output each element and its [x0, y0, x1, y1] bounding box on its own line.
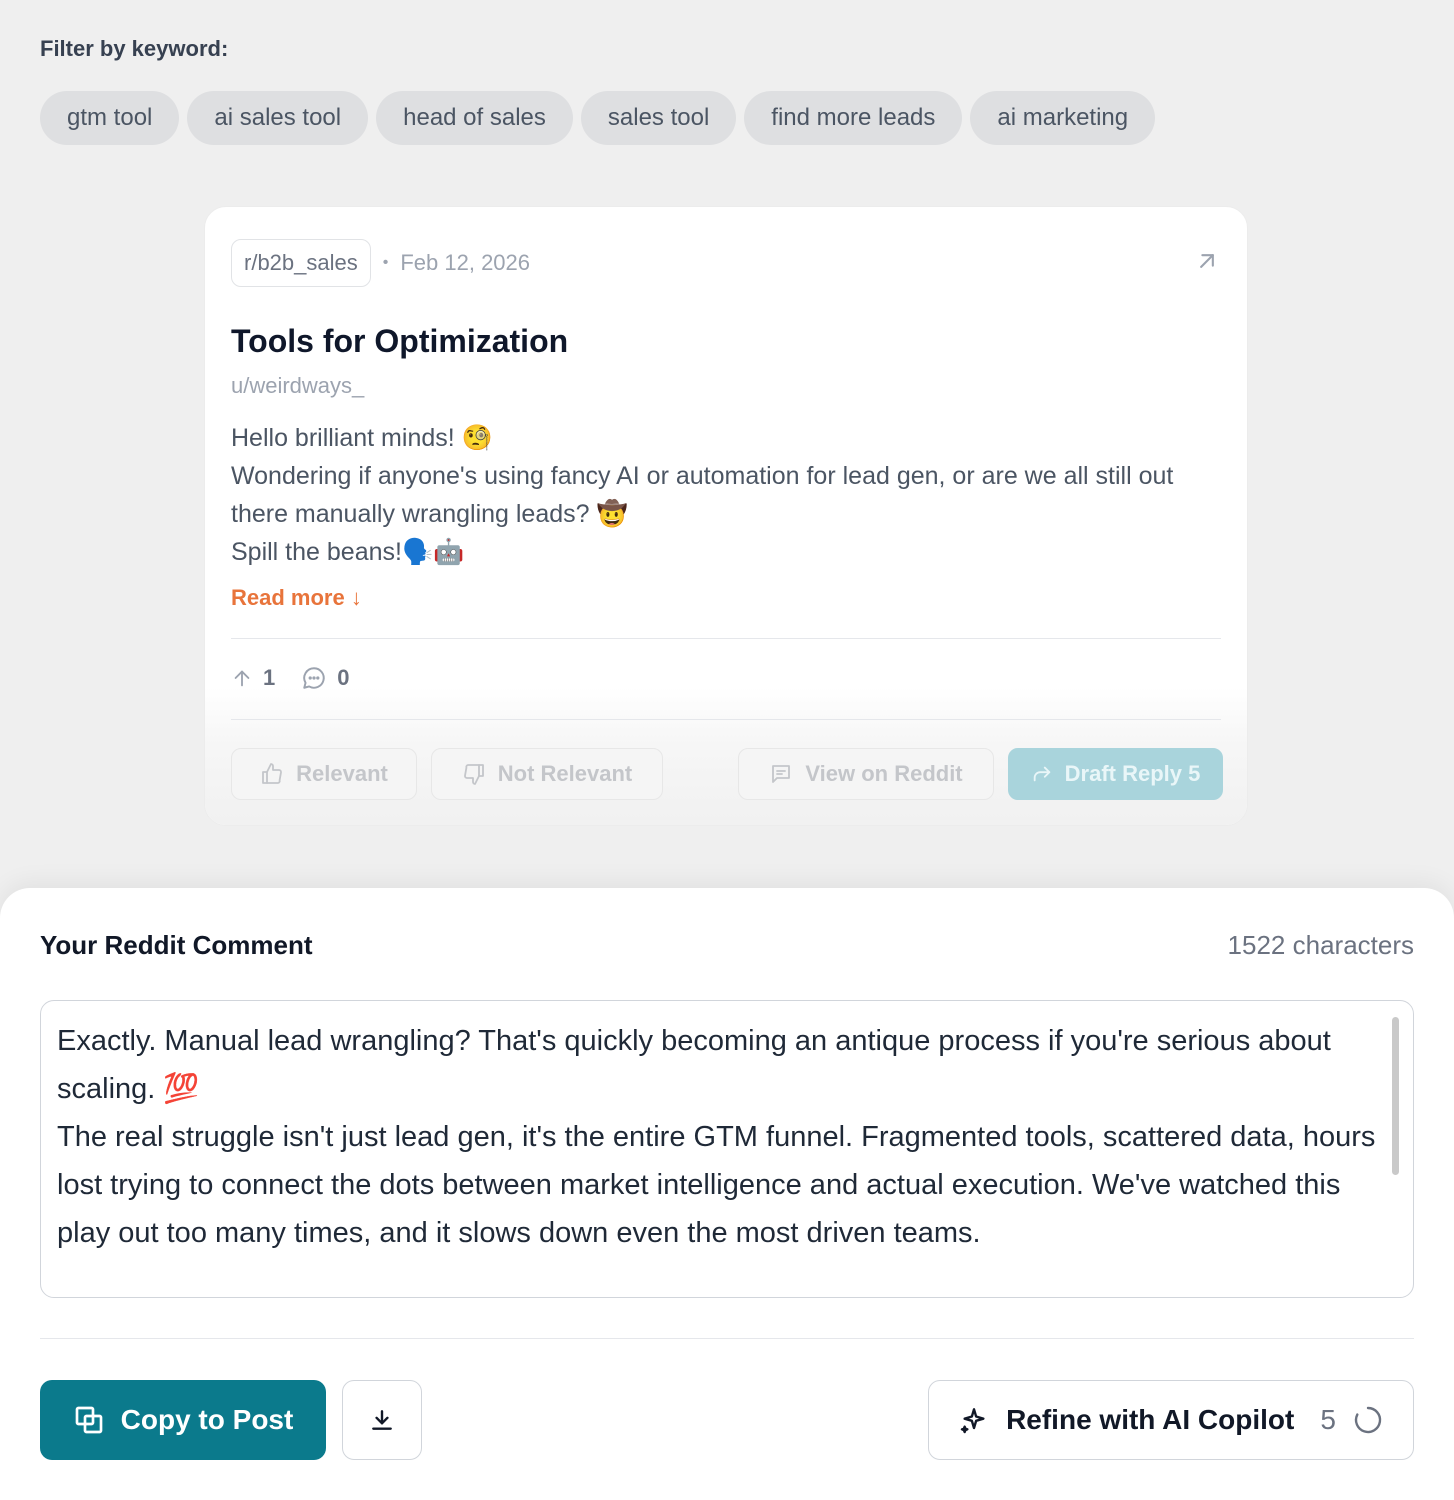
- keyword-chip[interactable]: ai marketing: [970, 91, 1156, 145]
- comment-panel-title: Your Reddit Comment: [40, 930, 313, 960]
- keyword-chip[interactable]: sales tool: [580, 91, 737, 145]
- thumbs-down-icon: [463, 764, 484, 785]
- view-on-reddit-button[interactable]: View on Reddit: [738, 748, 994, 800]
- arrow-down-icon: ↓: [350, 585, 362, 610]
- post-stats: 1 0: [231, 665, 366, 691]
- not-relevant-button[interactable]: Not Relevant: [431, 748, 663, 800]
- read-more-label: Read more: [231, 585, 345, 610]
- comment-panel: Your Reddit Comment 1522 characters Exac…: [0, 888, 1454, 1500]
- sparkles-icon: [960, 1408, 985, 1434]
- comment-text[interactable]: Exactly. Manual lead wrangling? That's q…: [57, 1017, 1377, 1257]
- keyword-chips: gtm tool ai sales tool head of sales sal…: [40, 91, 1156, 145]
- post-date: Feb 12, 2026: [400, 250, 531, 275]
- post-author[interactable]: u/weirdways_: [231, 373, 364, 399]
- keyword-chip[interactable]: find more leads: [744, 91, 963, 145]
- refine-label: Refine with AI Copilot: [1006, 1404, 1295, 1435]
- copy-to-post-button[interactable]: Copy to Post: [40, 1380, 326, 1460]
- refine-count: 5: [1320, 1404, 1336, 1435]
- not-relevant-label: Not Relevant: [497, 761, 633, 786]
- post-card: r/b2b_sales • Feb 12, 2026 Tools for Opt…: [204, 206, 1248, 826]
- post-body-line: Spill the beans!🗣️🤖: [231, 538, 465, 566]
- character-count: 1522 characters: [1227, 930, 1414, 960]
- comment-paragraph: Exactly. Manual lead wrangling? That's q…: [57, 1025, 1331, 1105]
- post-body-line: Hello brilliant minds! 🧐: [231, 424, 493, 452]
- read-more-link[interactable]: Read more ↓: [231, 585, 362, 611]
- relevant-button[interactable]: Relevant: [231, 748, 417, 800]
- refine-with-ai-button[interactable]: Refine with AI Copilot 5: [928, 1380, 1414, 1460]
- draft-reply-button[interactable]: Draft Reply 5: [1008, 748, 1223, 800]
- filter-label: Filter by keyword:: [40, 36, 229, 61]
- keyword-chip[interactable]: ai sales tool: [187, 91, 369, 145]
- download-icon: [372, 1410, 392, 1430]
- thumbs-up-icon: [262, 763, 283, 784]
- scrollbar[interactable]: [1392, 1017, 1399, 1175]
- comment-textarea[interactable]: Exactly. Manual lead wrangling? That's q…: [40, 1000, 1414, 1298]
- divider: [231, 638, 1221, 639]
- upvote-count: 1: [263, 665, 276, 690]
- upvote-icon[interactable]: [231, 667, 253, 689]
- keyword-chip[interactable]: gtm tool: [40, 91, 180, 145]
- subreddit-tag[interactable]: r/b2b_sales: [231, 239, 371, 287]
- comment-icon[interactable]: [301, 665, 327, 691]
- post-body-line: Wondering if anyone's using fancy AI or …: [231, 462, 1174, 528]
- divider: [231, 719, 1221, 720]
- post-meta: r/b2b_sales • Feb 12, 2026: [231, 239, 530, 287]
- view-on-reddit-label: View on Reddit: [805, 761, 963, 786]
- post-body: Hello brilliant minds! 🧐 Wondering if an…: [231, 419, 1221, 571]
- meta-separator: •: [382, 254, 389, 271]
- loading-spinner-icon: [1354, 1406, 1382, 1434]
- post-title[interactable]: Tools for Optimization: [231, 323, 568, 360]
- external-link-icon[interactable]: [1193, 247, 1221, 275]
- download-button[interactable]: [342, 1380, 422, 1460]
- keyword-chip[interactable]: head of sales: [376, 91, 573, 145]
- draft-reply-label: Draft Reply 5: [1064, 761, 1201, 786]
- comment-count: 0: [337, 665, 350, 690]
- comment-paragraph: The real struggle isn't just lead gen, i…: [57, 1121, 1376, 1249]
- reply-arrow-icon: [1033, 766, 1050, 782]
- relevant-label: Relevant: [296, 761, 388, 786]
- copy-to-post-label: Copy to Post: [120, 1404, 294, 1435]
- post-actions: Relevant Not Relevant View on Reddit Dra…: [231, 748, 1223, 800]
- message-icon: [772, 765, 791, 783]
- copy-icon: [75, 1406, 102, 1434]
- divider: [40, 1338, 1414, 1339]
